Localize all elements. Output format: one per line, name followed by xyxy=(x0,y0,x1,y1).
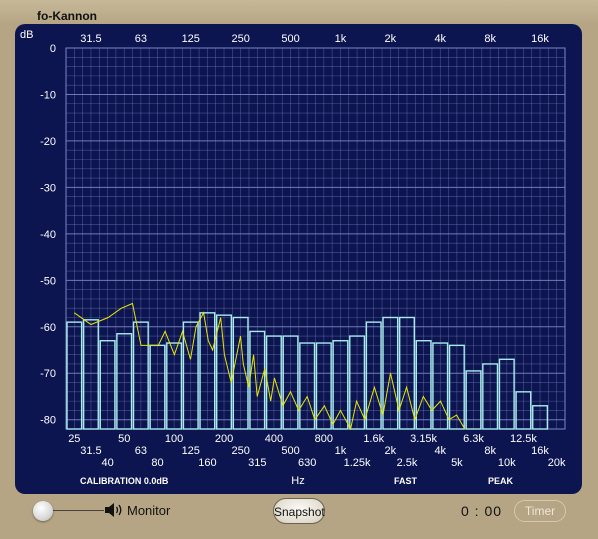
octave-top-label: 250 xyxy=(231,33,249,45)
detector-mode-label[interactable]: PEAK xyxy=(488,476,514,486)
db-tick-label: -40 xyxy=(40,229,56,241)
monitor-volume-track[interactable] xyxy=(44,510,104,511)
band-tick-label: 500 xyxy=(281,445,299,457)
octave-top-label: 500 xyxy=(281,33,299,45)
db-unit-label: dB xyxy=(20,29,33,41)
band-tick-label: 50 xyxy=(118,433,130,445)
band-tick-label: 250 xyxy=(231,445,249,457)
octave-top-label: 16k xyxy=(531,33,549,45)
band-tick-label: 125 xyxy=(182,445,200,457)
monitor-volume-knob[interactable] xyxy=(33,501,53,521)
band-tick-label: 40 xyxy=(101,457,113,469)
band-tick-label: 2k xyxy=(385,445,397,457)
octave-top-label: 2k xyxy=(385,33,397,45)
band-tick-label: 10k xyxy=(498,457,516,469)
band-tick-label: 1k xyxy=(335,445,347,457)
band-tick-label: 1.6k xyxy=(363,433,384,445)
db-tick-label: -80 xyxy=(40,415,56,427)
db-tick-label: -70 xyxy=(40,368,56,380)
response-mode-label[interactable]: FAST xyxy=(394,476,418,486)
db-tick-label: -60 xyxy=(40,322,56,334)
band-tick-label: 8k xyxy=(484,445,496,457)
band-tick-label: 315 xyxy=(248,457,266,469)
timer-button[interactable]: Timer xyxy=(514,500,566,522)
db-tick-label: 0 xyxy=(50,43,56,55)
band-tick-label: 80 xyxy=(151,457,163,469)
octave-top-label: 4k xyxy=(434,33,446,45)
band-tick-label: 5k xyxy=(451,457,463,469)
band-tick-label: 800 xyxy=(315,433,333,445)
band-tick-label: 400 xyxy=(265,433,283,445)
db-tick-label: -30 xyxy=(40,182,56,194)
band-tick-label: 1.25k xyxy=(344,457,371,469)
hz-label: Hz xyxy=(291,475,304,487)
band-tick-label: 20k xyxy=(548,457,566,469)
band-tick-label: 31.5 xyxy=(80,445,101,457)
calibration-label[interactable]: CALIBRATION 0.0dB xyxy=(80,476,169,486)
band-tick-label: 63 xyxy=(135,445,147,457)
speaker-icon[interactable] xyxy=(104,502,124,518)
octave-top-label: 8k xyxy=(484,33,496,45)
db-tick-label: -20 xyxy=(40,136,56,148)
spectrum-plot: 0 -10 -20 -30 -40 -50 -60 -70 -80 31.5 63 125 250 500… xyxy=(20,29,566,487)
monitor-label: Monitor xyxy=(127,503,171,518)
band-tick-label: 630 xyxy=(298,457,316,469)
octave-top-label: 63 xyxy=(135,33,147,45)
db-tick-label: -10 xyxy=(40,89,56,101)
band-tick-label: 4k xyxy=(434,445,446,457)
db-tick-label: -50 xyxy=(40,275,56,287)
band-tick-label: 160 xyxy=(198,457,216,469)
band-tick-label: 3.15k xyxy=(410,433,437,445)
band-tick-label: 25 xyxy=(68,433,80,445)
grid xyxy=(65,47,566,430)
octave-top-label: 125 xyxy=(182,33,200,45)
timer-display: 0 : 00 xyxy=(461,503,503,519)
band-tick-label: 100 xyxy=(165,433,183,445)
band-tick-label: 6.3k xyxy=(463,433,484,445)
band-tick-label: 16k xyxy=(531,445,549,457)
octave-top-label: 1k xyxy=(335,33,347,45)
band-tick-label: 2.5k xyxy=(397,457,418,469)
snapshot-button[interactable]: Snapshot xyxy=(273,498,325,524)
band-tick-label: 12.5k xyxy=(510,433,537,445)
octave-top-label: 31.5 xyxy=(80,33,101,45)
band-tick-label: 200 xyxy=(215,433,233,445)
